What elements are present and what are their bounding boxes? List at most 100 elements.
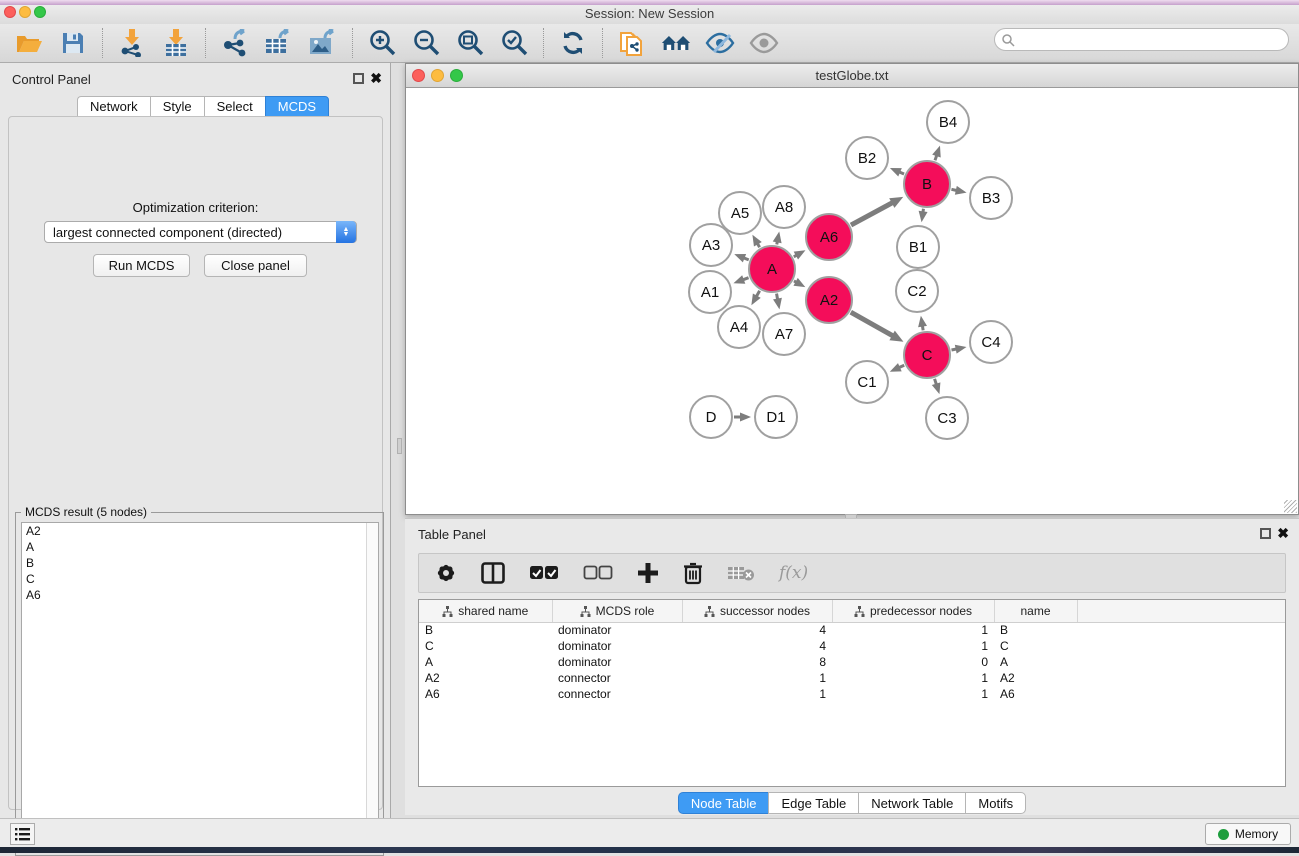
tab-network-table[interactable]: Network Table (858, 792, 965, 814)
import-table-icon[interactable] (161, 28, 191, 58)
table-cell[interactable]: A2 (419, 670, 552, 686)
select-all-columns-icon[interactable] (529, 565, 559, 581)
table-cell[interactable]: 1 (682, 686, 832, 702)
graph-node-D1[interactable]: D1 (755, 396, 797, 438)
graph-node-C3[interactable]: C3 (926, 397, 968, 439)
export-table-icon[interactable] (264, 28, 294, 58)
import-network-icon[interactable] (117, 28, 147, 58)
table-cell[interactable]: 1 (832, 622, 994, 638)
table-cell[interactable]: C (419, 638, 552, 654)
graph-node-B2[interactable]: B2 (846, 137, 888, 179)
table-cell[interactable]: dominator (552, 654, 682, 670)
home-icon[interactable] (661, 28, 691, 58)
open-file-icon[interactable] (14, 28, 44, 58)
graph-node-A7[interactable]: A7 (763, 313, 805, 355)
close-panel-icon[interactable]: ✖ (370, 73, 382, 84)
graph-node-A1[interactable]: A1 (689, 271, 731, 313)
window-resize-grip-icon[interactable] (1284, 500, 1297, 513)
graph-node-A6[interactable]: A6 (806, 214, 852, 260)
column-header-MCDS-role[interactable]: MCDS role (552, 600, 682, 622)
graph-node-A5[interactable]: A5 (719, 192, 761, 234)
table-row[interactable]: Adominator80A (419, 654, 1285, 670)
table-row[interactable]: Cdominator41C (419, 638, 1285, 654)
column-header-shared-name[interactable]: shared name (419, 600, 552, 622)
tab-motifs[interactable]: Motifs (965, 792, 1026, 814)
hide-selected-eye-icon[interactable] (705, 28, 735, 58)
show-all-eye-icon[interactable] (749, 28, 779, 58)
column-header-successor-nodes[interactable]: successor nodes (682, 600, 832, 622)
graph-node-C4[interactable]: C4 (970, 321, 1012, 363)
tab-mcds[interactable]: MCDS (265, 96, 329, 117)
table-cell[interactable]: A2 (994, 670, 1077, 686)
table-cell[interactable]: A6 (994, 686, 1077, 702)
zoom-out-icon[interactable] (411, 28, 441, 58)
graph-node-A2[interactable]: A2 (806, 277, 852, 323)
result-list-scrollbar[interactable] (366, 523, 378, 849)
table-cell[interactable]: B (419, 622, 552, 638)
table-cell[interactable]: A (994, 654, 1077, 670)
float-panel-icon[interactable] (353, 73, 364, 84)
column-header-name[interactable]: name (994, 600, 1077, 622)
graph-node-B[interactable]: B (904, 161, 950, 207)
result-item[interactable]: B (22, 555, 378, 571)
graph-node-B3[interactable]: B3 (970, 177, 1012, 219)
table-cell[interactable]: dominator (552, 638, 682, 654)
table-row[interactable]: A2connector11A2 (419, 670, 1285, 686)
settings-gear-icon[interactable] (435, 562, 457, 584)
zoom-in-icon[interactable] (367, 28, 397, 58)
result-item[interactable]: A (22, 539, 378, 555)
graph-node-B4[interactable]: B4 (927, 101, 969, 143)
table-panel-close-icon[interactable]: ✖ (1277, 528, 1289, 539)
table-cell[interactable]: B (994, 622, 1077, 638)
delete-column-trash-icon[interactable] (683, 561, 703, 585)
table-cell[interactable]: A6 (419, 686, 552, 702)
graph-node-C[interactable]: C (904, 332, 950, 378)
table-cell[interactable]: 4 (682, 622, 832, 638)
task-history-button[interactable] (10, 823, 35, 845)
toggle-column-view-icon[interactable] (481, 562, 505, 584)
criterion-dropdown[interactable]: largest connected component (directed) ▲… (44, 221, 357, 243)
run-mcds-button[interactable]: Run MCDS (93, 254, 190, 277)
tab-node-table[interactable]: Node Table (678, 792, 769, 814)
delete-table-icon[interactable] (727, 564, 755, 582)
function-builder-icon[interactable]: f(x) (779, 563, 808, 583)
table-cell[interactable]: 1 (682, 670, 832, 686)
table-cell[interactable]: 1 (832, 686, 994, 702)
zoom-selected-icon[interactable] (499, 28, 529, 58)
refresh-icon[interactable] (558, 28, 588, 58)
network-window-titlebar[interactable]: testGlobe.txt (406, 64, 1298, 88)
search-field[interactable] (994, 28, 1289, 51)
table-cell[interactable]: dominator (552, 622, 682, 638)
table-panel-float-icon[interactable] (1260, 528, 1271, 539)
result-item[interactable]: A2 (22, 523, 378, 539)
graph-node-D[interactable]: D (690, 396, 732, 438)
table-cell[interactable]: 0 (832, 654, 994, 670)
table-row[interactable]: A6connector11A6 (419, 686, 1285, 702)
tab-select[interactable]: Select (204, 96, 265, 117)
memory-button[interactable]: Memory (1205, 823, 1291, 845)
export-image-icon[interactable] (308, 28, 338, 58)
table-cell[interactable]: A (419, 654, 552, 670)
tab-style[interactable]: Style (150, 96, 204, 117)
save-icon[interactable] (58, 28, 88, 58)
close-panel-button[interactable]: Close panel (204, 254, 307, 277)
graph-node-A8[interactable]: A8 (763, 186, 805, 228)
tab-edge-table[interactable]: Edge Table (768, 792, 858, 814)
table-cell[interactable]: 8 (682, 654, 832, 670)
graph-node-A[interactable]: A (749, 246, 795, 292)
graph-node-C2[interactable]: C2 (896, 270, 938, 312)
search-input[interactable] (1015, 33, 1288, 47)
table-cell[interactable]: connector (552, 686, 682, 702)
table-cell[interactable]: C (994, 638, 1077, 654)
add-column-icon[interactable] (637, 562, 659, 584)
table-cell[interactable]: 1 (832, 638, 994, 654)
table-cell[interactable]: connector (552, 670, 682, 686)
zoom-fit-icon[interactable] (455, 28, 485, 58)
graph-node-B1[interactable]: B1 (897, 226, 939, 268)
mcds-result-list[interactable]: A2ABCA6 (21, 522, 379, 850)
tab-network[interactable]: Network (77, 96, 150, 117)
result-item[interactable]: A6 (22, 587, 378, 603)
vertical-divider-handle[interactable] (397, 438, 402, 454)
table-cell[interactable]: 1 (832, 670, 994, 686)
graph-node-C1[interactable]: C1 (846, 361, 888, 403)
